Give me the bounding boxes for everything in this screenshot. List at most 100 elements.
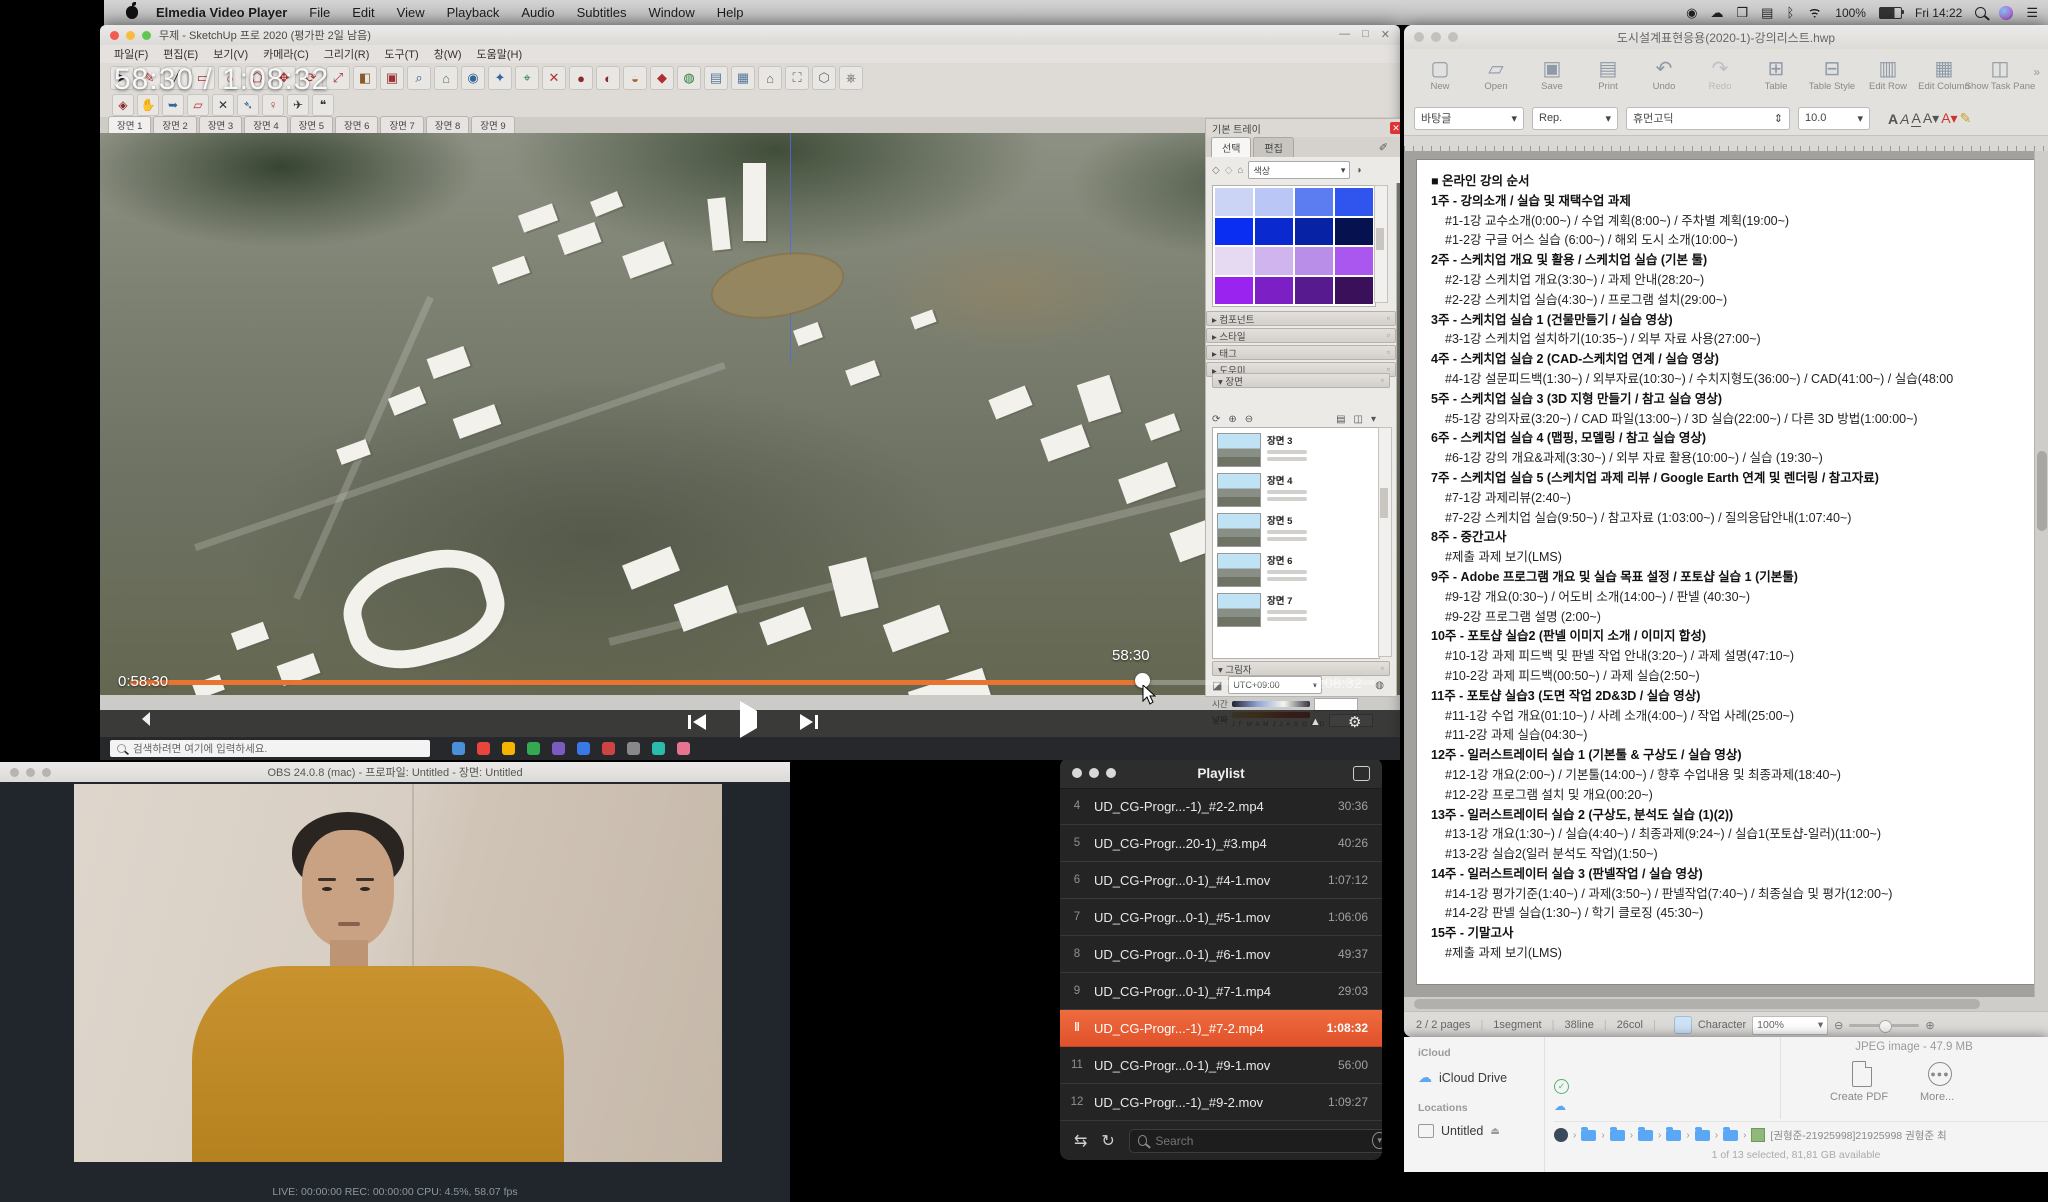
scene-list-item[interactable]: 장면 6 [1213, 550, 1379, 590]
tray-tab-select[interactable]: 선택 [1211, 137, 1251, 157]
outline-button[interactable]: A▾ [1923, 110, 1939, 127]
hwp-toolbar-button[interactable]: ↷ Redo [1694, 58, 1746, 92]
menu-item[interactable]: Window [648, 5, 694, 20]
scene-list-item[interactable]: 장면 4 [1213, 470, 1379, 510]
volume-icon[interactable] [130, 715, 138, 733]
sketchup-menu-item[interactable]: 파일(F) [114, 46, 148, 62]
search-input[interactable] [1153, 1133, 1366, 1149]
section-options-icon[interactable]: ▫ [1387, 330, 1390, 341]
tray-section-header[interactable]: ▸ 스타일 ▫ [1206, 328, 1396, 343]
color-swatch[interactable] [1255, 218, 1293, 246]
tool-icon[interactable]: ◒ [623, 66, 647, 90]
taskbar-app-icon[interactable] [602, 742, 615, 755]
tool-icon[interactable]: ◆ [650, 66, 674, 90]
maximize-icon[interactable]: □ [1362, 28, 1369, 41]
settings-gear-icon[interactable]: ⚙ [1348, 713, 1361, 731]
hwp-toolbar-button[interactable]: ▣ Save [1526, 58, 1578, 92]
hwp-toolbar-button[interactable]: ⊞ Table [1750, 58, 1802, 92]
tool-icon[interactable]: ✋ [137, 94, 159, 116]
tray-tab-edit[interactable]: 편집 [1253, 137, 1293, 157]
menu-item[interactable]: Edit [352, 5, 374, 20]
sketchup-menu-item[interactable]: 그리기(R) [324, 46, 370, 62]
folder-icon[interactable] [1723, 1130, 1738, 1141]
shuffle-icon[interactable]: ⇆ [1074, 1131, 1087, 1151]
taskbar-app-icon[interactable] [527, 742, 540, 755]
folder-icon[interactable] [1581, 1130, 1596, 1141]
font-family-dropdown[interactable]: 휴먼고딕⇕ [1626, 107, 1790, 130]
sidebar-item-untitled-disk[interactable]: Untitled ⏏ [1418, 1124, 1507, 1138]
create-pdf-icon[interactable] [1852, 1061, 1872, 1087]
tool-icon[interactable]: ◈ [112, 94, 134, 116]
eyedropper-icon[interactable]: ✐ [1379, 141, 1388, 154]
tray-section-header[interactable]: ▸ 컴포넌트 ▫ [1206, 311, 1396, 326]
bookmark-icon[interactable]: ❒ [1737, 6, 1749, 19]
apple-icon[interactable] [126, 6, 138, 19]
sketchup-menu-item[interactable]: 창(W) [434, 46, 462, 62]
playlist-item[interactable]: 4 UD_CG-Progr...-1)_#2-2.mp4 30:36 [1060, 788, 1382, 825]
tool-icon[interactable]: ➴ [237, 94, 259, 116]
tool-icon[interactable]: ➥ [162, 94, 184, 116]
taskbar-app-icon[interactable] [677, 742, 690, 755]
cloud-icon[interactable]: ☁ [1711, 6, 1724, 19]
shadows-section-header[interactable]: ▾ 그림자 ▫ [1212, 661, 1390, 676]
tray-close-icon[interactable]: ✕ [1390, 122, 1400, 134]
scene-tab[interactable]: 장면 8 [426, 116, 469, 133]
battery-icon[interactable] [1879, 7, 1902, 19]
color-swatch[interactable] [1295, 188, 1333, 216]
playlist-item[interactable]: 11 UD_CG-Progr...0-1)_#9-1.mov 56:00 [1060, 1047, 1382, 1084]
drive-icon[interactable] [1554, 1128, 1568, 1142]
tool-icon[interactable]: ▦ [731, 66, 755, 90]
scene-tab[interactable]: 장면 5 [290, 116, 333, 133]
zoom-in-icon[interactable]: ⊕ [1925, 1019, 1934, 1032]
font-color-button[interactable]: A▾ [1941, 110, 1957, 127]
zoom-slider[interactable] [1849, 1024, 1919, 1027]
tool-icon[interactable]: ⤢ [326, 66, 350, 90]
color-swatch[interactable] [1255, 188, 1293, 216]
tool-icon[interactable]: ✕ [212, 94, 234, 116]
menu-item[interactable]: Help [717, 5, 744, 20]
section-options-icon[interactable]: ▫ [1387, 313, 1390, 324]
sketchup-menu-item[interactable]: 편집(E) [163, 46, 198, 62]
playlist-item[interactable]: 12 UD_CG-Progr...-1)_#9-2.mov 1:09:27 [1060, 1084, 1382, 1121]
timezone-dropdown[interactable]: UTC+09:00▾ [1228, 676, 1322, 694]
hwp-toolbar-button[interactable]: ▦ Edit Column [1918, 58, 1970, 92]
hwp-toolbar-button[interactable]: ↶ Undo [1638, 58, 1690, 92]
zoom-level-dropdown[interactable]: 100%▾ [1752, 1016, 1828, 1035]
color-swatch[interactable] [1335, 188, 1373, 216]
scene-list-item[interactable]: 장면 3 [1213, 430, 1379, 470]
close-icon[interactable]: ✕ [1381, 28, 1390, 41]
menu-item[interactable]: File [309, 5, 330, 20]
color-swatch[interactable] [1335, 218, 1373, 246]
color-swatch[interactable] [1255, 277, 1293, 305]
zoom-button[interactable] [142, 31, 151, 40]
wifi-icon[interactable] [1807, 7, 1822, 18]
palette-scrollbar[interactable] [1374, 185, 1388, 303]
tool-icon[interactable]: ❝ [312, 94, 334, 116]
color-swatch[interactable] [1215, 247, 1253, 275]
tool-icon[interactable]: ⬡ [812, 66, 836, 90]
home-icon[interactable]: ⌂ [1237, 165, 1243, 176]
material-set-dropdown[interactable]: 색상▾ [1248, 161, 1350, 179]
taskbar-app-icon[interactable] [577, 742, 590, 755]
menu-item[interactable]: Playback [447, 5, 500, 20]
tool-icon[interactable]: ◐ [596, 66, 620, 90]
scene-list-scrollbar[interactable] [1378, 427, 1392, 657]
view-options-icon[interactable]: ▤ [1336, 414, 1345, 425]
filter-chevron-icon[interactable]: ▾ [1372, 1132, 1382, 1149]
italic-button[interactable]: A [1900, 111, 1909, 127]
tool-icon[interactable]: ✈ [287, 94, 309, 116]
menu-icon[interactable]: ▾ [1371, 414, 1376, 425]
forward-arrow-icon[interactable]: ◇ [1225, 165, 1233, 176]
pip-icon[interactable] [1353, 766, 1370, 781]
tool-icon[interactable]: ◍ [677, 66, 701, 90]
paragraph-style-dropdown[interactable]: 바탕글▾ [1414, 107, 1524, 130]
notes-icon[interactable]: ▤ [1761, 6, 1773, 19]
image-file-icon[interactable] [1751, 1128, 1765, 1142]
menu-item[interactable]: Audio [521, 5, 554, 20]
eject-icon[interactable]: ⏏ [1490, 1126, 1499, 1137]
time-value-box[interactable] [1314, 698, 1358, 711]
previous-button[interactable] [688, 714, 706, 730]
repeat-icon[interactable]: ↻ [1101, 1131, 1114, 1151]
tool-icon[interactable]: ♀ [262, 94, 284, 116]
notification-center-icon[interactable]: ☰ [2026, 6, 2038, 19]
